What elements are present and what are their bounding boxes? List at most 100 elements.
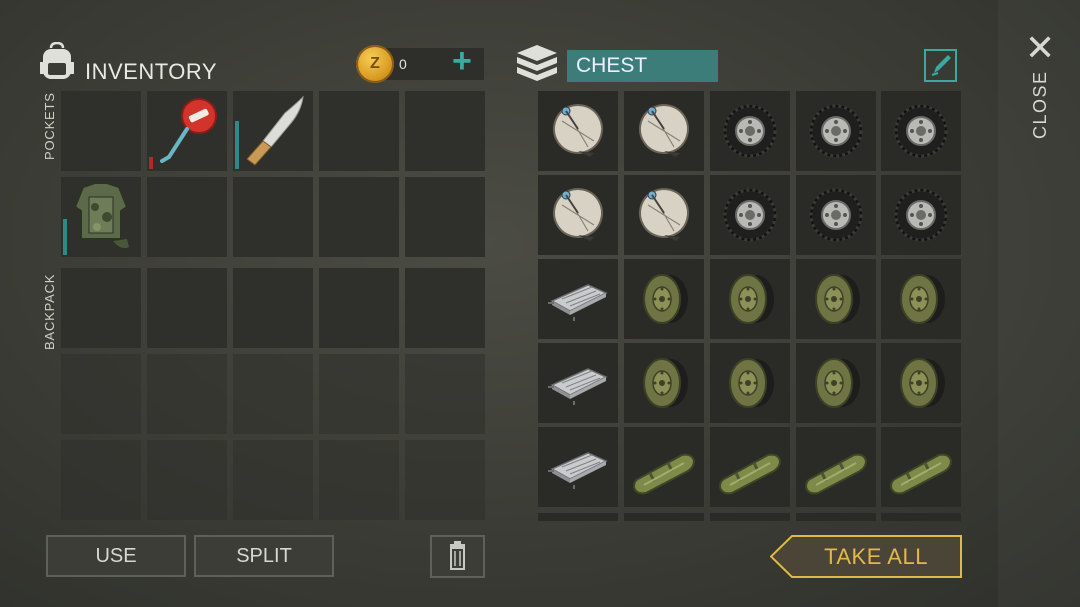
pocket-slot[interactable]	[147, 177, 227, 257]
locked-slot	[405, 354, 485, 434]
chest-slot[interactable]	[538, 513, 618, 521]
close-label[interactable]: CLOSE	[1030, 70, 1051, 139]
locked-slot	[319, 440, 399, 520]
split-button[interactable]: SPLIT	[194, 535, 334, 577]
tire-icon	[710, 175, 790, 260]
locked-slot	[233, 440, 313, 520]
take-all-label: TAKE ALL	[824, 543, 928, 569]
edit-icon	[931, 55, 951, 76]
chest-slot[interactable]	[624, 91, 704, 171]
chest-slot[interactable]	[881, 513, 961, 521]
green-wheel-icon	[624, 343, 704, 428]
circuit-board-icon	[538, 259, 618, 344]
backpack-icon	[38, 41, 76, 82]
stop-sign-icon	[160, 98, 217, 163]
pocket-slot[interactable]	[233, 177, 313, 257]
backpack-slot[interactable]	[61, 268, 141, 348]
coin-icon: Z	[356, 45, 394, 83]
take-all-button[interactable]: TAKE ALL	[770, 535, 962, 578]
chest-slot[interactable]	[538, 427, 618, 507]
chest-slot[interactable]	[624, 427, 704, 507]
green-wheel-icon	[624, 259, 704, 344]
chest-slot[interactable]	[881, 259, 961, 339]
pocket-slot[interactable]	[147, 91, 227, 171]
trash-button[interactable]	[430, 535, 485, 578]
chest-slot[interactable]	[796, 259, 876, 339]
satellite-dish-icon	[538, 175, 618, 260]
locked-slot	[405, 440, 485, 520]
satellite-dish-icon	[538, 91, 618, 176]
pocket-slot[interactable]	[405, 177, 485, 257]
chest-slot[interactable]	[710, 513, 790, 521]
green-wheel-icon	[881, 259, 961, 344]
fuel-tank-icon	[710, 427, 790, 512]
fuel-tank-icon	[796, 427, 876, 512]
chest-slot[interactable]	[710, 343, 790, 423]
chest-title[interactable]: CHEST	[567, 50, 718, 82]
chest-slot[interactable]	[538, 259, 618, 339]
chest-slot[interactable]	[710, 91, 790, 171]
chest-slot[interactable]	[538, 91, 618, 171]
backpack-slot[interactable]	[319, 268, 399, 348]
locked-slot	[233, 354, 313, 434]
green-wheel-icon	[710, 259, 790, 344]
close-icon[interactable]: ✕	[1025, 30, 1055, 66]
pocket-slot[interactable]	[233, 91, 313, 171]
chest-icon	[514, 43, 560, 83]
pockets-label: POCKETS	[42, 92, 57, 160]
satellite-dish-icon	[624, 175, 704, 260]
chest-slot[interactable]	[881, 91, 961, 171]
tire-icon	[881, 175, 961, 260]
backpack-slot[interactable]	[405, 268, 485, 348]
pocket-slot[interactable]	[319, 91, 399, 171]
chest-slot[interactable]	[624, 259, 704, 339]
chest-slot[interactable]	[881, 427, 961, 507]
use-button[interactable]: USE	[46, 535, 186, 577]
chest-slot[interactable]	[796, 175, 876, 255]
chest-slot[interactable]	[796, 91, 876, 171]
locked-slot	[147, 354, 227, 434]
pocket-slot[interactable]	[61, 91, 141, 171]
backpack-slot[interactable]	[233, 268, 313, 348]
locked-slot	[61, 440, 141, 520]
backpack-slot[interactable]	[147, 268, 227, 348]
armor-vest-icon	[73, 182, 129, 249]
chest-slot[interactable]	[796, 343, 876, 423]
chest-slot[interactable]	[538, 175, 618, 255]
fuel-tank-icon	[624, 427, 704, 512]
chest-slot[interactable]	[881, 343, 961, 423]
chest-slot[interactable]	[624, 343, 704, 423]
tire-icon	[796, 175, 876, 260]
trash-icon	[450, 541, 465, 570]
chest-slot[interactable]	[710, 175, 790, 255]
green-wheel-icon	[796, 343, 876, 428]
machete-icon	[246, 95, 304, 166]
locked-slot	[319, 354, 399, 434]
backpack-label: BACKPACK	[42, 273, 57, 350]
satellite-dish-icon	[624, 91, 704, 176]
chest-slot[interactable]	[710, 427, 790, 507]
chest-slot[interactable]	[796, 513, 876, 521]
add-coins-button[interactable]: +	[452, 44, 472, 78]
chest-slot[interactable]	[881, 175, 961, 255]
locked-slot	[61, 354, 141, 434]
chest-slot[interactable]	[624, 175, 704, 255]
pocket-slot[interactable]	[405, 91, 485, 171]
chest-slot[interactable]	[710, 259, 790, 339]
pocket-slot[interactable]	[61, 177, 141, 257]
tire-icon	[710, 91, 790, 176]
coin-value: 0	[399, 56, 407, 72]
chest-slot[interactable]	[796, 427, 876, 507]
green-wheel-icon	[796, 259, 876, 344]
fuel-tank-icon	[881, 427, 961, 512]
tire-icon	[881, 91, 961, 176]
circuit-board-icon	[538, 427, 618, 512]
green-wheel-icon	[710, 343, 790, 428]
circuit-board-icon	[538, 343, 618, 428]
pocket-slot[interactable]	[319, 177, 399, 257]
locked-slot	[147, 440, 227, 520]
rename-chest-button[interactable]	[924, 49, 957, 82]
chest-slot[interactable]	[624, 513, 704, 521]
tire-icon	[796, 91, 876, 176]
chest-slot[interactable]	[538, 343, 618, 423]
